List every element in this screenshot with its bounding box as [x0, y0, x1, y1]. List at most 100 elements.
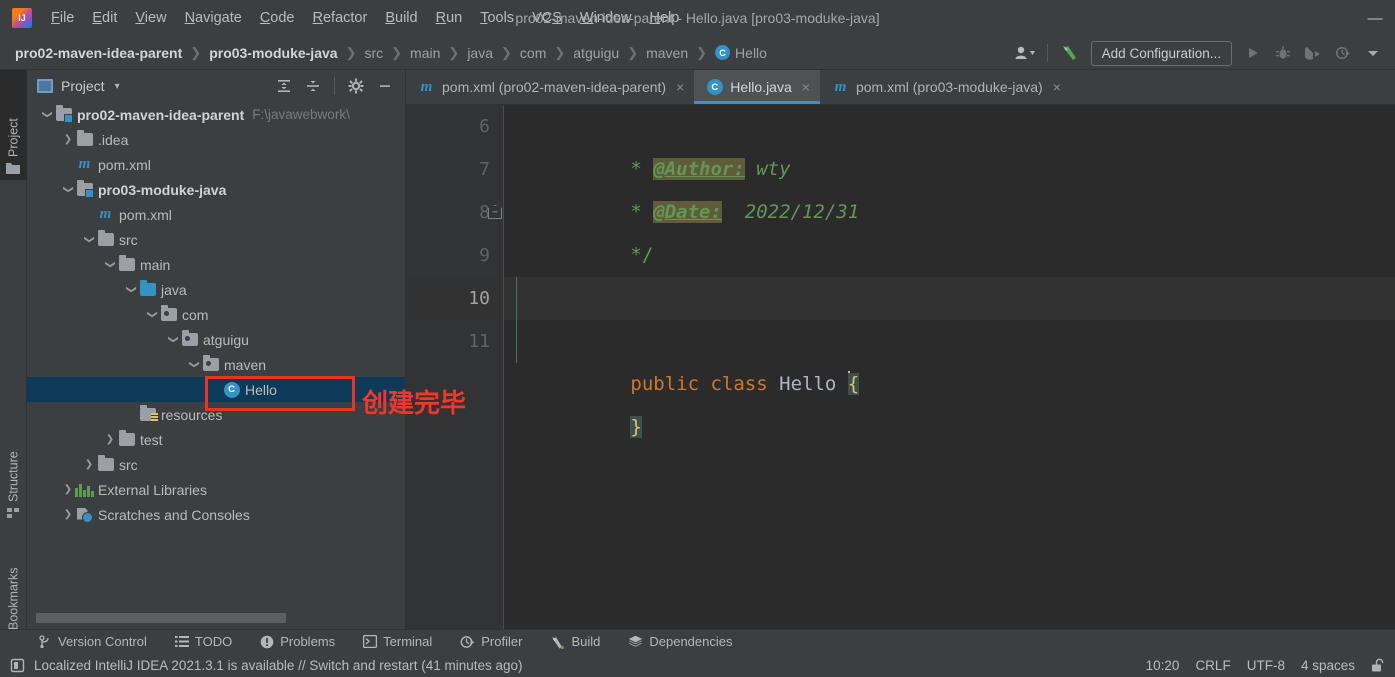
tree-node[interactable]: ❯ src — [27, 452, 405, 477]
build-hammer-icon[interactable] — [1056, 40, 1084, 66]
menu-item-tools[interactable]: Tools — [471, 7, 523, 29]
line-number-10[interactable]: 10 — [406, 277, 504, 320]
chevron-down-icon[interactable]: ❯ — [126, 282, 137, 298]
tree-node[interactable]: ❯ atguigu — [27, 327, 405, 352]
chevron-down-icon[interactable]: ▾ — [115, 81, 120, 92]
tool-window-button-terminal[interactable]: Terminal — [359, 632, 436, 651]
editor-tab-pom-xml-pro02-maven-idea-parent-[interactable]: m pom.xml (pro02-maven-idea-parent) × — [406, 70, 695, 104]
tool-window-button-problems[interactable]: Problems — [256, 632, 339, 651]
scrollbar-thumb[interactable] — [36, 613, 286, 623]
tree-node[interactable]: ❯ src — [27, 227, 405, 252]
code-content[interactable]: * @Author: wty * @Date: 2022/12/31 */ pu… — [504, 105, 1395, 629]
editor-tab-pom-xml-pro03-moduke-java-[interactable]: m pom.xml (pro03-moduke-java) × — [819, 70, 1071, 104]
menu-item-file[interactable]: File — [42, 7, 83, 29]
menu-item-window[interactable]: Window — [571, 7, 641, 29]
file-encoding[interactable]: UTF-8 — [1247, 658, 1285, 673]
menu-item-code[interactable]: Code — [251, 7, 304, 29]
sidebar-tab-structure[interactable]: Structure — [0, 405, 27, 525]
line-number-7[interactable]: 7 — [406, 148, 504, 191]
tree-node[interactable]: resources — [27, 402, 405, 427]
chevron-right-icon[interactable]: ❯ — [81, 459, 97, 470]
menu-item-refactor[interactable]: Refactor — [304, 7, 377, 29]
tree-node[interactable]: ❯ java — [27, 277, 405, 302]
chevron-down-icon[interactable]: ❯ — [189, 357, 200, 373]
chevron-right-icon[interactable]: ❯ — [60, 484, 76, 495]
tool-window-button-build[interactable]: Build — [546, 632, 604, 651]
add-configuration-button[interactable]: Add Configuration... — [1090, 40, 1232, 66]
breadcrumb-item-maven[interactable]: maven — [643, 43, 691, 63]
notification-icon[interactable] — [10, 658, 25, 673]
tree-node[interactable]: ❯ com — [27, 302, 405, 327]
project-horizontal-scrollbar[interactable] — [36, 613, 396, 623]
tool-window-button-version-control[interactable]: Version Control — [34, 632, 151, 651]
chevron-right-icon[interactable]: ❯ — [60, 509, 76, 520]
more-dropdown-icon[interactable] — [1359, 40, 1387, 66]
tree-node[interactable]: ❯ main — [27, 252, 405, 277]
breadcrumb-item-pro02-maven-idea-parent[interactable]: pro02-maven-idea-parent — [12, 43, 185, 63]
status-message[interactable]: Localized IntelliJ IDEA 2021.3.1 is avai… — [34, 658, 523, 673]
line-separator[interactable]: CRLF — [1195, 658, 1230, 673]
tool-window-button-profiler[interactable]: Profiler — [456, 632, 526, 651]
chevron-down-icon[interactable]: ❯ — [147, 307, 158, 323]
menu-item-vcs[interactable]: VCS — [523, 7, 571, 29]
chevron-right-icon[interactable]: ❯ — [60, 134, 76, 145]
project-tree[interactable]: ❯ pro02-maven-idea-parent F:\javawebwork\ ❯… — [27, 102, 405, 607]
editor-tab-hello-java[interactable]: C Hello.java × — [694, 70, 820, 104]
breadcrumb-item-pro03-moduke-java[interactable]: pro03-moduke-java — [206, 43, 340, 63]
expand-all-icon[interactable] — [270, 73, 298, 99]
user-avatar-icon[interactable] — [1011, 40, 1039, 66]
breadcrumb-item-java[interactable]: java — [464, 43, 496, 63]
chevron-down-icon[interactable]: ❯ — [105, 257, 116, 273]
tree-node[interactable]: ❯ pro03-moduke-java — [27, 177, 405, 202]
chevron-down-icon[interactable]: ❯ — [84, 232, 95, 248]
line-number-6[interactable]: 6 — [406, 105, 504, 148]
hide-panel-icon[interactable] — [371, 73, 399, 99]
breadcrumb-item-atguigu[interactable]: atguigu — [570, 43, 622, 63]
line-number-11[interactable]: 11 — [406, 320, 504, 363]
menu-item-help[interactable]: Help — [640, 7, 688, 29]
tree-node[interactable]: ❯ Scratches and Consoles — [27, 502, 405, 527]
breadcrumb-item-com[interactable]: com — [517, 43, 549, 63]
menu-item-run[interactable]: Run — [427, 7, 472, 29]
breadcrumb-separator: ❯ — [627, 44, 639, 60]
minimize-button[interactable]: — — [1355, 0, 1395, 36]
tree-node[interactable]: m pom.xml — [27, 152, 405, 177]
chevron-right-icon[interactable]: ❯ — [102, 434, 118, 445]
unlocked-padlock-icon[interactable] — [1371, 658, 1385, 673]
chevron-down-icon[interactable]: ❯ — [42, 107, 53, 123]
collapse-all-icon[interactable] — [299, 73, 327, 99]
tree-node[interactable]: ❯ .idea — [27, 127, 405, 152]
tree-node[interactable]: m pom.xml — [27, 202, 405, 227]
profile-icon[interactable] — [1329, 40, 1357, 66]
menu-item-edit[interactable]: Edit — [83, 7, 126, 29]
settings-gear-icon[interactable] — [342, 73, 370, 99]
tree-node[interactable]: ❯ test — [27, 427, 405, 452]
tree-node[interactable]: ❯ pro02-maven-idea-parent F:\javawebwork\ — [27, 102, 405, 127]
menu-item-build[interactable]: Build — [376, 7, 426, 29]
run-with-coverage-icon[interactable] — [1299, 40, 1327, 66]
tree-node-selected[interactable]: C Hello — [27, 377, 405, 402]
tree-node[interactable]: ❯ External Libraries — [27, 477, 405, 502]
sidebar-tab-project[interactable]: Project — [0, 70, 27, 180]
line-number-9[interactable]: 9 — [406, 234, 504, 277]
chevron-down-icon[interactable]: ❯ — [168, 332, 179, 348]
editor-gutter[interactable]: 6 7 8−9 10 11 — [406, 105, 504, 629]
breadcrumb-item-main[interactable]: main — [407, 43, 443, 63]
menu-item-navigate[interactable]: Navigate — [176, 7, 251, 29]
breadcrumb-item-hello[interactable]: C Hello — [712, 43, 770, 63]
breadcrumb-item-src[interactable]: src — [361, 43, 386, 63]
code-editor[interactable]: 6 7 8−9 10 11 * @Author: wty * @Date: 2022/1… — [406, 105, 1395, 629]
close-icon[interactable]: × — [676, 79, 684, 95]
debug-icon[interactable] — [1269, 40, 1297, 66]
run-icon[interactable] — [1239, 40, 1267, 66]
tree-node[interactable]: ❯ maven — [27, 352, 405, 377]
chevron-down-icon[interactable]: ❯ — [63, 182, 74, 198]
tool-window-button-dependencies[interactable]: Dependencies — [624, 632, 736, 651]
indent-setting[interactable]: 4 spaces — [1301, 658, 1355, 673]
caret-position[interactable]: 10:20 — [1146, 658, 1180, 673]
close-icon[interactable]: × — [802, 79, 810, 95]
tool-window-button-todo[interactable]: TODO — [171, 632, 236, 651]
breadcrumb-separator: ❯ — [391, 44, 403, 60]
close-icon[interactable]: × — [1053, 79, 1061, 95]
menu-item-view[interactable]: View — [126, 7, 175, 29]
